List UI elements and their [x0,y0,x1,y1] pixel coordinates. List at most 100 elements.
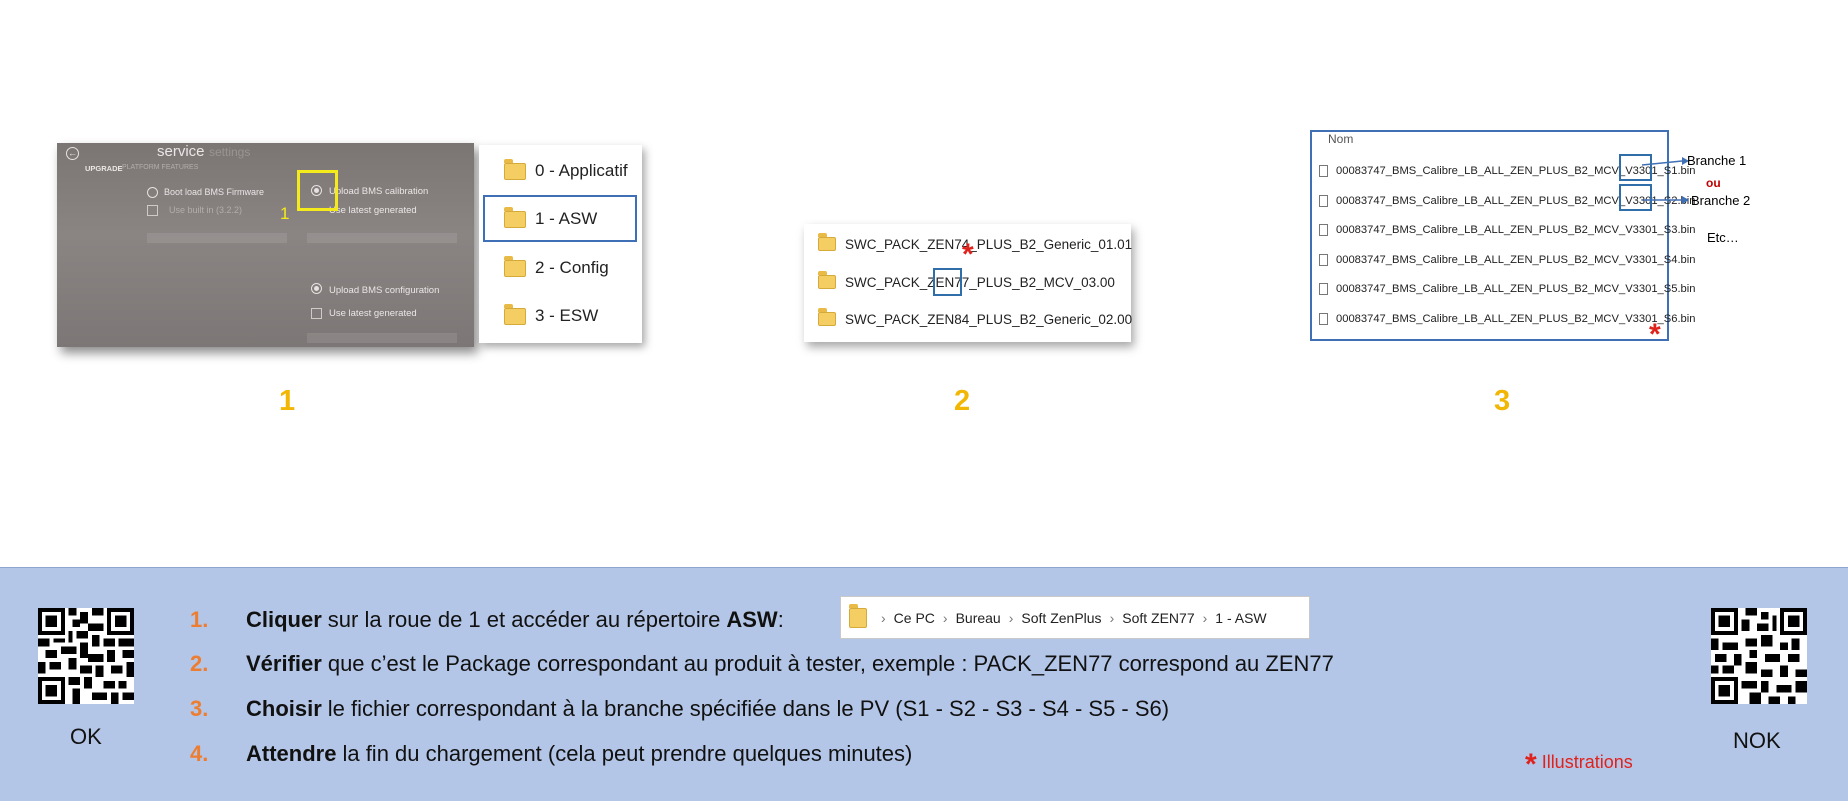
asterisk-marker: * [1649,318,1661,351]
package-label: SWC_PACK_ZEN77_PLUS_B2_MCV_03.00 [845,274,1115,290]
file-icon [1319,313,1328,325]
highlight-marker: 1 [280,204,290,223]
folder-icon [818,233,836,251]
panel-number-1: 1 [279,385,296,417]
back-arrow-icon[interactable]: ← [66,147,79,160]
file-name: 00083747_BMS_Calibre_LB_ALL_ZEN_PLUS_B2_… [1336,254,1696,266]
step-number: 3. [190,696,209,721]
zen77-highlight [933,268,962,296]
service-screenshot: ← service settings UPGRADE PLATFORM FEAT… [57,143,474,347]
file-row[interactable]: 00083747_BMS_Calibre_LB_ALL_ZEN_PLUS_B2_… [1319,222,1696,238]
file-row[interactable]: 00083747_BMS_Calibre_LB_ALL_ZEN_PLUS_B2_… [1319,281,1696,297]
package-item[interactable]: SWC_PACK_ZEN74_PLUS_B2_Generic_01.01 [818,233,1133,254]
asw-highlight [483,195,637,242]
branch-2-label: Branche 2 [1691,193,1751,208]
arrow-head-icon [1682,196,1689,204]
file-icon [1319,254,1328,266]
service-title: service [157,143,205,160]
instruction-step-4: 4. Attendre la fin du chargement (cela p… [190,739,912,769]
folder-label: 0 - Applicatif [535,161,628,180]
file-row[interactable]: 00083747_BMS_Calibre_LB_ALL_ZEN_PLUS_B2_… [1319,252,1696,268]
folder-icon [504,158,526,180]
chevron-right-icon: › [881,609,886,626]
field-bar [307,233,457,243]
field-bar [307,333,457,343]
tab-platform-features[interactable]: PLATFORM FEATURES [122,164,198,171]
column-header-name[interactable]: Nom [1328,132,1353,146]
or-label: ou [1706,176,1721,190]
use-built-in-checkbox[interactable] [147,205,158,216]
folder-list: 0 - Applicatif 1 - ASW 2 - Config 3 - ES… [479,145,642,343]
package-label: SWC_PACK_ZEN74_PLUS_B2_Generic_01.01 [845,236,1133,252]
step-text: la fin du chargement (cela peut prendre … [342,741,913,766]
field-bar [147,233,287,243]
folder-icon [818,308,836,326]
folder-item[interactable]: 2 - Config [504,255,609,279]
upload-calibration-highlight [297,170,338,211]
illustrations-label: Illustrations [1541,752,1633,772]
use-latest-checkbox[interactable] [311,308,322,319]
folder-icon [504,303,526,325]
step-text: sur la roue de 1 et accéder au répertoir… [327,607,721,632]
file-icon [1319,224,1328,236]
file-name: 00083747_BMS_Calibre_LB_ALL_ZEN_PLUS_B2_… [1336,224,1696,236]
boot-load-radio[interactable] [147,187,158,198]
step-verb: Vérifier [246,651,322,676]
folder-item[interactable]: 3 - ESW [504,303,599,327]
step-text: le fichier correspondant à la branche sp… [327,696,1170,721]
instruction-step-1: 1. Cliquer sur la roue de 1 et accéder a… [190,605,784,635]
breadcrumb-item[interactable]: 1 - ASW [1215,610,1266,626]
branch-1-label: Branche 1 [1687,153,1747,168]
chevron-right-icon: › [1008,609,1014,626]
qr-ok-label: OK [70,724,102,749]
file-list: Nom 00083747_BMS_Calibre_LB_ALL_ZEN_PLUS… [1310,130,1696,341]
file-icon [1319,165,1328,177]
use-latest-generated-2: Use latest generated [329,308,417,319]
step-number: 2. [190,651,209,676]
step-number: 1. [190,607,209,632]
arrow-branch-1 [1641,160,1683,166]
panel-number-2: 2 [954,385,971,417]
folder-item[interactable]: 0 - Applicatif [504,158,628,182]
step-number: 4. [190,741,209,766]
step-verb: Attendre [246,741,337,766]
chevron-right-icon: › [942,609,948,626]
file-icon [1319,195,1328,207]
breadcrumb-item[interactable]: Ce PC [894,610,935,626]
panel-number-3: 3 [1494,385,1511,417]
use-built-in-label: Use built in (3.2.2) [169,205,243,215]
upload-calibration-label: Upload BMS calibration [329,186,429,197]
file-name: 00083747_BMS_Calibre_LB_ALL_ZEN_PLUS_B2_… [1336,313,1696,325]
illustrations-note: * Illustrations [1525,748,1633,782]
upload-configuration-radio[interactable] [311,283,322,294]
upload-configuration-label: Upload BMS configuration [329,285,440,296]
boot-load-label: Boot load BMS Firmware [164,187,265,197]
use-latest-generated-1: Use latest generated [329,205,417,216]
folder-icon [504,255,526,277]
asterisk-marker: * [962,238,974,271]
tab-upgrade[interactable]: UPGRADE [85,164,123,173]
breadcrumb[interactable]: › Ce PC › Bureau › Soft ZenPlus › Soft Z… [840,596,1310,639]
qr-code-ok-icon[interactable] [38,608,134,704]
package-item[interactable]: SWC_PACK_ZEN77_PLUS_B2_MCV_03.00 [818,271,1115,292]
asterisk-marker: * [1525,748,1537,781]
breadcrumb-item[interactable]: Soft ZenPlus [1021,610,1101,626]
qr-nok-label: NOK [1733,728,1781,753]
step-verb: Cliquer [246,607,322,632]
chevron-right-icon: › [1109,609,1115,626]
breadcrumb-item[interactable]: Soft ZEN77 [1122,610,1194,626]
etc-label: Etc… [1707,230,1739,245]
folder-icon [849,603,867,628]
file-row[interactable]: 00083747_BMS_Calibre_LB_ALL_ZEN_PLUS_B2_… [1319,311,1696,327]
file-name: 00083747_BMS_Calibre_LB_ALL_ZEN_PLUS_B2_… [1336,283,1696,295]
step-text: que c’est le Package correspondant au pr… [327,651,1334,676]
package-label: SWC_PACK_ZEN84_PLUS_B2_Generic_02.00 [845,311,1133,327]
folder-label: 2 - Config [535,258,609,277]
package-item[interactable]: SWC_PACK_ZEN84_PLUS_B2_Generic_02.00 [818,308,1133,329]
breadcrumb-item[interactable]: Bureau [956,610,1001,626]
chevron-right-icon: › [1202,609,1208,626]
service-title-suffix: settings [209,145,251,159]
qr-code-nok-icon[interactable] [1711,608,1807,704]
file-icon [1319,283,1328,295]
folder-label: 3 - ESW [535,306,599,325]
